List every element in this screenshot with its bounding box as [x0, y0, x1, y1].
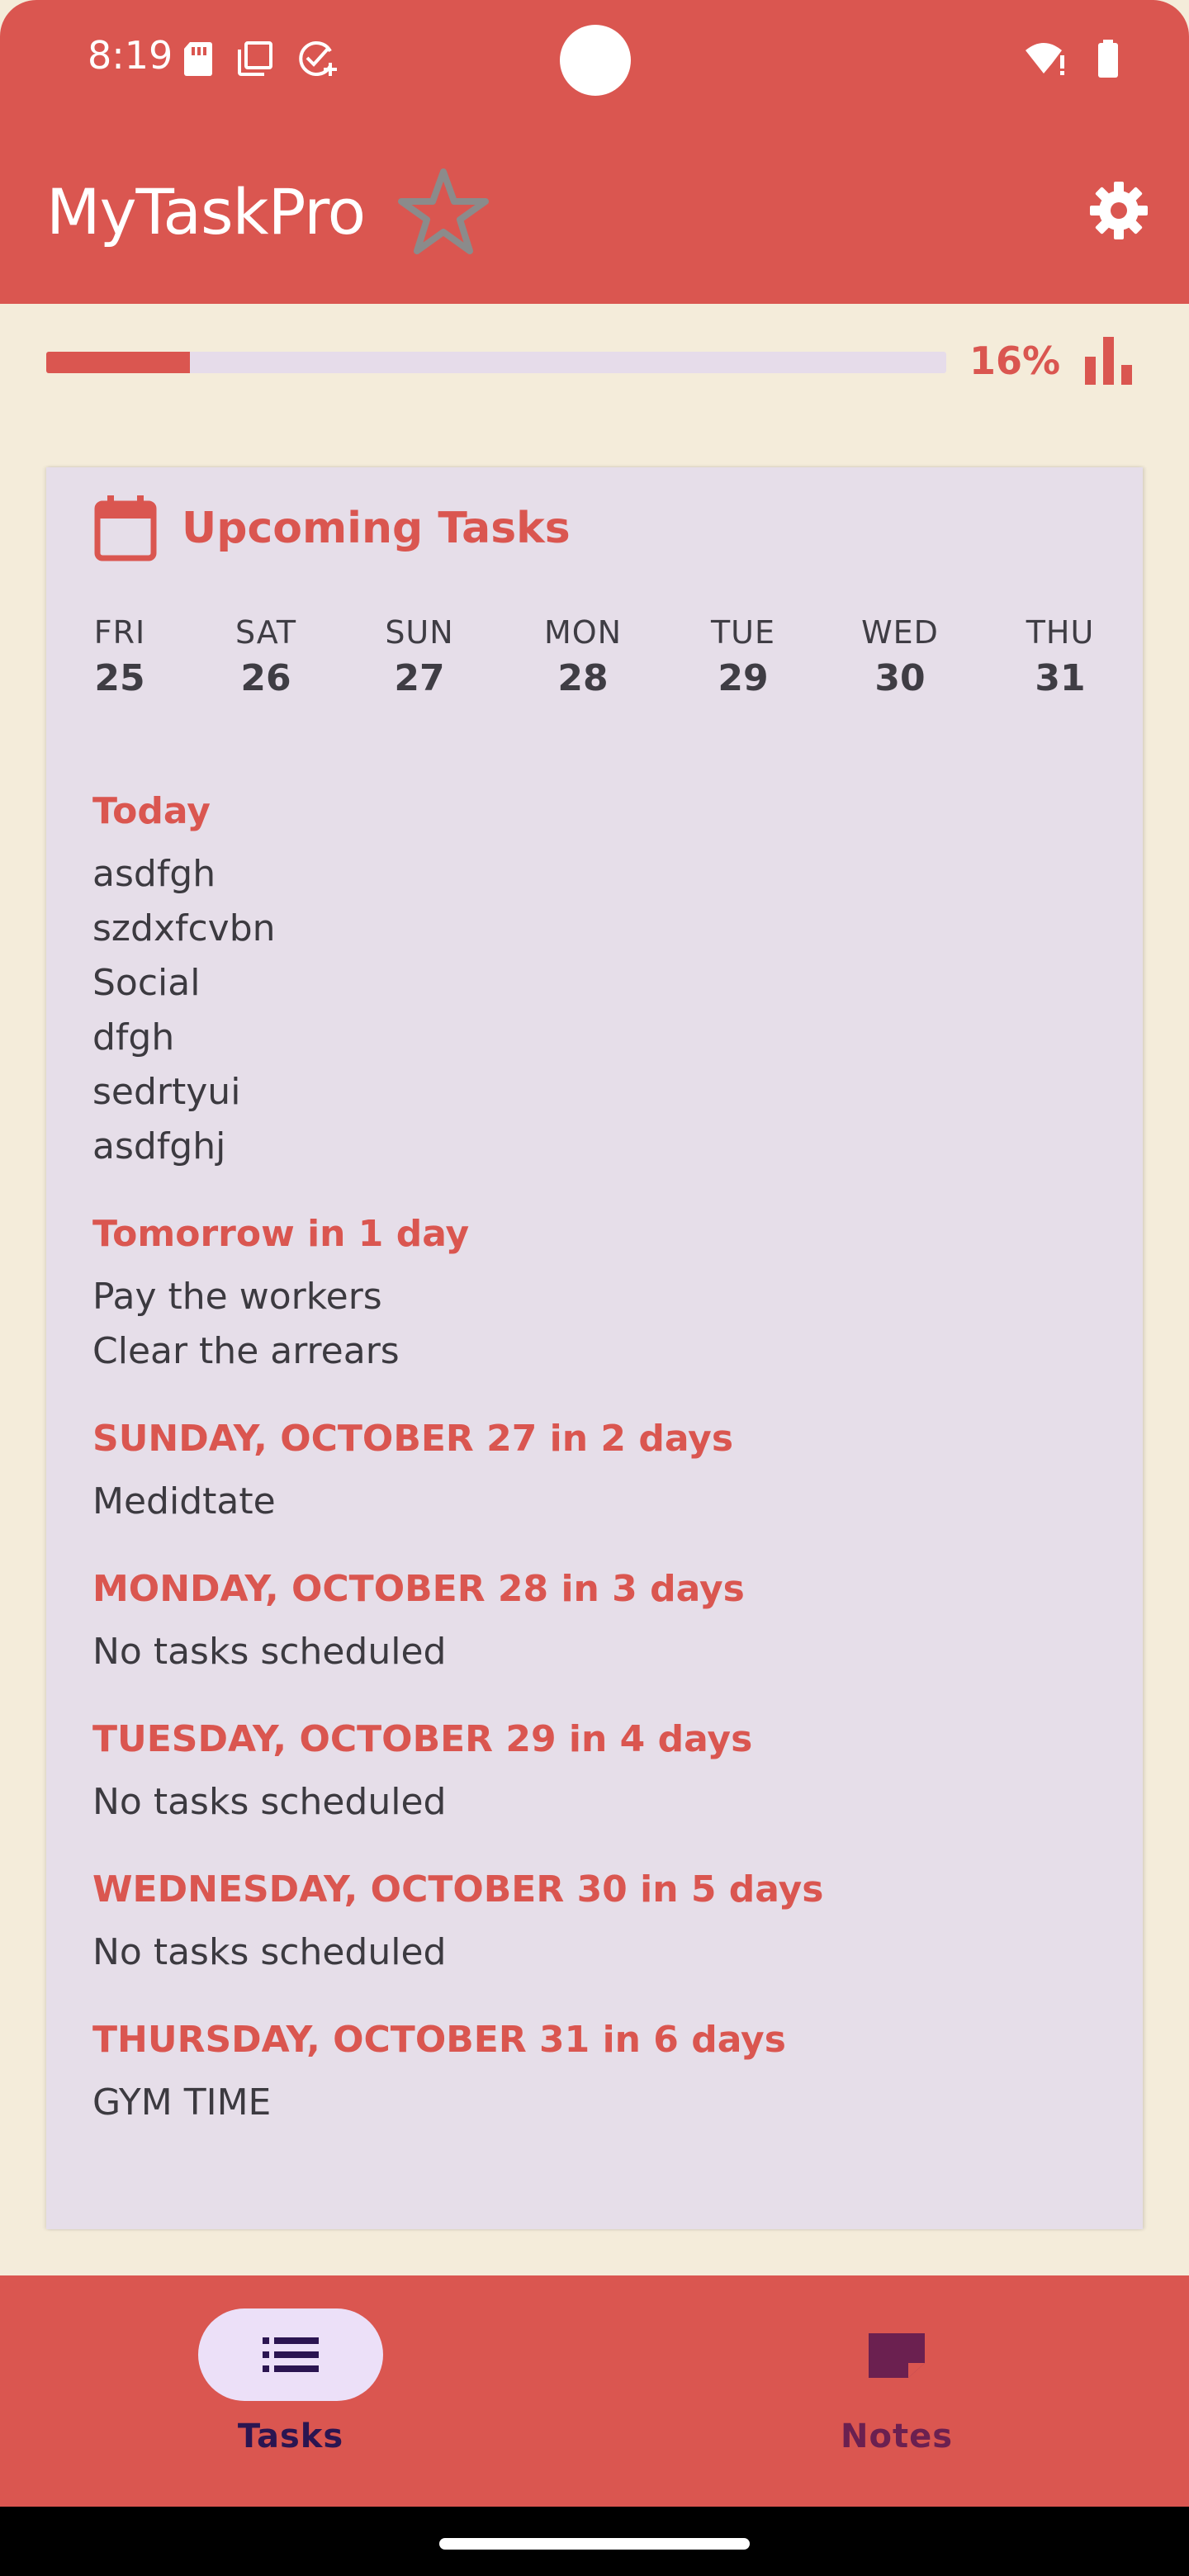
upcoming-tasks-card: Upcoming Tasks FRI 25 SAT 26 SUN 27 MON … — [46, 467, 1143, 2229]
day-cell[interactable]: THU 31 — [1002, 614, 1118, 699]
bar-chart-icon[interactable] — [1082, 334, 1136, 388]
section-heading: THURSDAY, OCTOBER 31 in 6 days — [92, 2019, 786, 2061]
section-heading: TUESDAY, OCTOBER 29 in 4 days — [92, 1718, 753, 1760]
day-cell[interactable]: MON 28 — [525, 614, 641, 699]
day-number: 31 — [1035, 657, 1086, 699]
card-header: Upcoming Tasks — [94, 495, 571, 561]
task-item[interactable]: szdxfcvbn — [92, 902, 1100, 956]
day-section: TUESDAY, OCTOBER 29 in 4 days No tasks s… — [92, 1712, 1100, 1830]
empty-state-text: No tasks scheduled — [92, 1631, 447, 1673]
task-item[interactable]: asdfgh — [92, 847, 1100, 902]
nav-notes-indicator[interactable] — [804, 2308, 989, 2401]
task-item[interactable]: GYM TIME — [92, 2076, 1100, 2130]
nav-tasks-indicator[interactable] — [198, 2308, 383, 2401]
camera-cutout — [560, 25, 631, 96]
day-number: 26 — [240, 657, 291, 699]
progress-bar-fill — [46, 352, 191, 373]
task-check-icon — [299, 41, 337, 76]
day-number: 27 — [394, 657, 445, 699]
day-cell[interactable]: WED 30 — [842, 614, 958, 699]
day-cell[interactable]: SAT 26 — [208, 614, 324, 699]
progress-bar — [46, 352, 946, 373]
screenshot-icon — [238, 41, 272, 76]
app-title: MyTaskPro — [46, 175, 366, 249]
wifi-alert-icon — [1026, 43, 1064, 75]
day-number: 30 — [874, 657, 926, 699]
section-heading: Tomorrow in 1 day — [92, 1213, 470, 1255]
empty-state-text: No tasks scheduled — [92, 1931, 447, 1973]
day-name: THU — [1026, 614, 1095, 651]
task-item[interactable]: Medidtate — [92, 1475, 1100, 1529]
gear-icon[interactable] — [1088, 180, 1149, 241]
section-heading: WEDNESDAY, OCTOBER 30 in 5 days — [92, 1868, 824, 1911]
gesture-navigation-bar — [0, 2507, 1189, 2576]
task-item[interactable]: Clear the arrears — [92, 1324, 1100, 1379]
battery-icon — [1098, 40, 1118, 78]
note-icon — [869, 2333, 925, 2378]
nav-tasks[interactable]: Tasks — [142, 2308, 439, 2455]
day-cell[interactable]: TUE 29 — [685, 614, 801, 699]
status-notification-icons — [182, 40, 339, 78]
card-title: Upcoming Tasks — [182, 504, 571, 553]
calendar-icon — [94, 495, 157, 561]
task-sections: Today asdfgh szdxfcvbn Social dfgh sedrt… — [92, 784, 1100, 2163]
day-name: WED — [861, 614, 939, 651]
day-number: 25 — [94, 657, 145, 699]
day-cell[interactable]: SUN 27 — [362, 614, 477, 699]
progress-percent: 16% — [969, 339, 1061, 383]
day-number: 29 — [718, 657, 769, 699]
day-section: SUNDAY, OCTOBER 27 in 2 days Medidtate — [92, 1412, 1100, 1529]
day-name: TUE — [710, 614, 776, 651]
star-outline-icon[interactable] — [395, 163, 492, 261]
list-icon — [263, 2337, 319, 2372]
task-item[interactable]: Social — [92, 956, 1100, 1011]
section-heading: MONDAY, OCTOBER 28 in 3 days — [92, 1568, 745, 1610]
section-heading: Today — [92, 790, 211, 832]
empty-state-text: No tasks scheduled — [92, 1781, 447, 1823]
day-name: SUN — [385, 614, 454, 651]
nav-notes[interactable]: Notes — [748, 2308, 1045, 2455]
task-item[interactable]: sedrtyui — [92, 1065, 1100, 1120]
task-item[interactable]: dfgh — [92, 1011, 1100, 1065]
day-cell[interactable]: FRI 25 — [62, 614, 178, 699]
day-name: MON — [543, 614, 623, 651]
day-name: SAT — [234, 614, 297, 651]
status-system-icons — [1024, 40, 1120, 78]
day-section: Today asdfgh szdxfcvbn Social dfgh sedrt… — [92, 784, 1100, 1174]
bottom-navigation: Tasks Notes — [0, 2275, 1189, 2507]
home-gesture-handle[interactable] — [439, 2538, 750, 2550]
week-strip: FRI 25 SAT 26 SUN 27 MON 28 TUE 29 WED 3… — [46, 614, 1143, 713]
day-section: WEDNESDAY, OCTOBER 30 in 5 days No tasks… — [92, 1863, 1100, 1980]
top-app-bar: 8:19 MyTaskPro — [0, 0, 1189, 304]
day-section: THURSDAY, OCTOBER 31 in 6 days GYM TIME — [92, 2013, 1100, 2130]
day-section: MONDAY, OCTOBER 28 in 3 days No tasks sc… — [92, 1562, 1100, 1679]
day-number: 28 — [557, 657, 609, 699]
day-name: FRI — [93, 614, 146, 651]
section-heading: SUNDAY, OCTOBER 27 in 2 days — [92, 1418, 734, 1460]
sd-card-icon — [184, 42, 212, 76]
nav-notes-label: Notes — [840, 2417, 953, 2455]
status-time: 8:19 — [88, 33, 173, 78]
nav-tasks-label: Tasks — [237, 2417, 344, 2455]
task-item[interactable]: Pay the workers — [92, 1270, 1100, 1324]
task-item[interactable]: asdfghj — [92, 1120, 1100, 1174]
day-section: Tomorrow in 1 day Pay the workers Clear … — [92, 1207, 1100, 1379]
